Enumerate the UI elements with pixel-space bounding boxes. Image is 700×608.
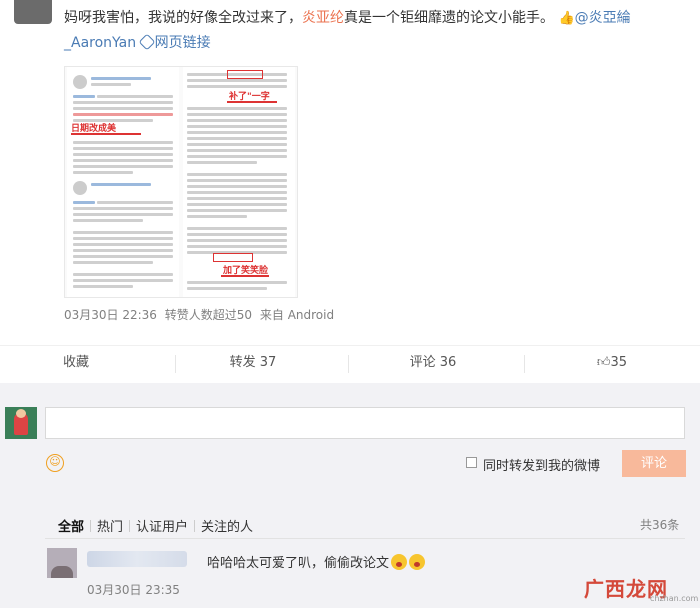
like-button[interactable]: 👍︎35 (582, 346, 642, 384)
filter-hot[interactable]: 热门 (97, 520, 123, 535)
comment-time[interactable]: 03月30日 23:35 (87, 581, 180, 598)
web-link[interactable]: 网页链接 (138, 33, 211, 51)
divider (45, 538, 685, 539)
post-meta: 03月30日 22:36 转赞人数超过50 来自 Android (64, 306, 338, 323)
repost-count: 转赞人数超过50 (164, 308, 253, 322)
post-text-part1: 妈呀我害怕，我说的好像全改过来了， (64, 10, 302, 26)
action-bar: 收藏 转发 37 评论 36 👍︎35 (0, 345, 700, 383)
divider (348, 355, 349, 373)
watermark-url: chzhan.com (650, 594, 699, 603)
comment-input[interactable] (45, 407, 685, 439)
surprised-emoji-icon (391, 554, 408, 570)
post-date[interactable]: 03月30日 22:36 (64, 308, 157, 322)
like-count: 35 (610, 355, 628, 370)
post-text: 妈呀我害怕，我说的好像全改过来了，炎亚纶真是一个钜细靡遗的论文小能手。 👍@炎亞… (64, 6, 684, 56)
link-icon (138, 33, 156, 51)
comment-section: ☺ 同时转发到我的微博 评论 全部 热门 认证用户 关注的人 共36条 哈哈哈太可爱了… (0, 383, 700, 608)
document-page-left: 日期改成美 (67, 67, 179, 297)
my-avatar[interactable] (5, 407, 37, 439)
smile-icon[interactable]: ☺ (46, 454, 64, 472)
weibo-post: 妈呀我害怕，我说的好像全改过来了，炎亚纶真是一个钜细靡遗的论文小能手。 👍@炎亞… (0, 0, 700, 345)
forward-checkbox[interactable] (466, 457, 477, 468)
divider (175, 355, 176, 373)
comment-text: 哈哈哈太可爱了叭，偷偷改论文 (207, 552, 426, 571)
surprised-emoji-icon (409, 554, 426, 570)
web-link-label: 网页链接 (154, 35, 211, 51)
forward-label[interactable]: 同时转发到我的微博 (483, 455, 600, 474)
author-avatar[interactable] (14, 0, 52, 24)
filter-verified[interactable]: 认证用户 (136, 520, 188, 535)
comment-total: 共36条 (640, 518, 680, 532)
forward-button[interactable]: 转发 37 (210, 346, 296, 384)
document-page-right: 补了"一字 加了笑笑脸 (183, 67, 295, 297)
post-image[interactable]: 日期改成美 补了"一字 加了笑笑脸 (64, 66, 298, 298)
commenter-name[interactable] (87, 551, 187, 567)
submit-comment-button[interactable]: 评论 (622, 450, 686, 477)
favorite-button[interactable]: 收藏 (40, 346, 112, 384)
comment-body: 哈哈哈太可爱了叭，偷偷改论文 (207, 556, 390, 571)
comment-filter-bar: 全部 热门 认证用户 关注的人 (58, 516, 259, 535)
divider (524, 355, 525, 373)
comment-button[interactable]: 评论 36 (390, 346, 476, 384)
post-source: 来自 Android (259, 308, 335, 322)
filter-following[interactable]: 关注的人 (201, 520, 253, 535)
thumbs-up-icon: 👍 (558, 11, 575, 26)
post-text-part2: 真是一个钜细靡遗的论文小能手。 (344, 10, 554, 26)
mention-link[interactable]: 炎亚纶 (302, 10, 344, 26)
commenter-avatar[interactable] (47, 548, 77, 578)
filter-all[interactable]: 全部 (58, 520, 84, 535)
like-icon: 👍︎ (596, 355, 611, 370)
